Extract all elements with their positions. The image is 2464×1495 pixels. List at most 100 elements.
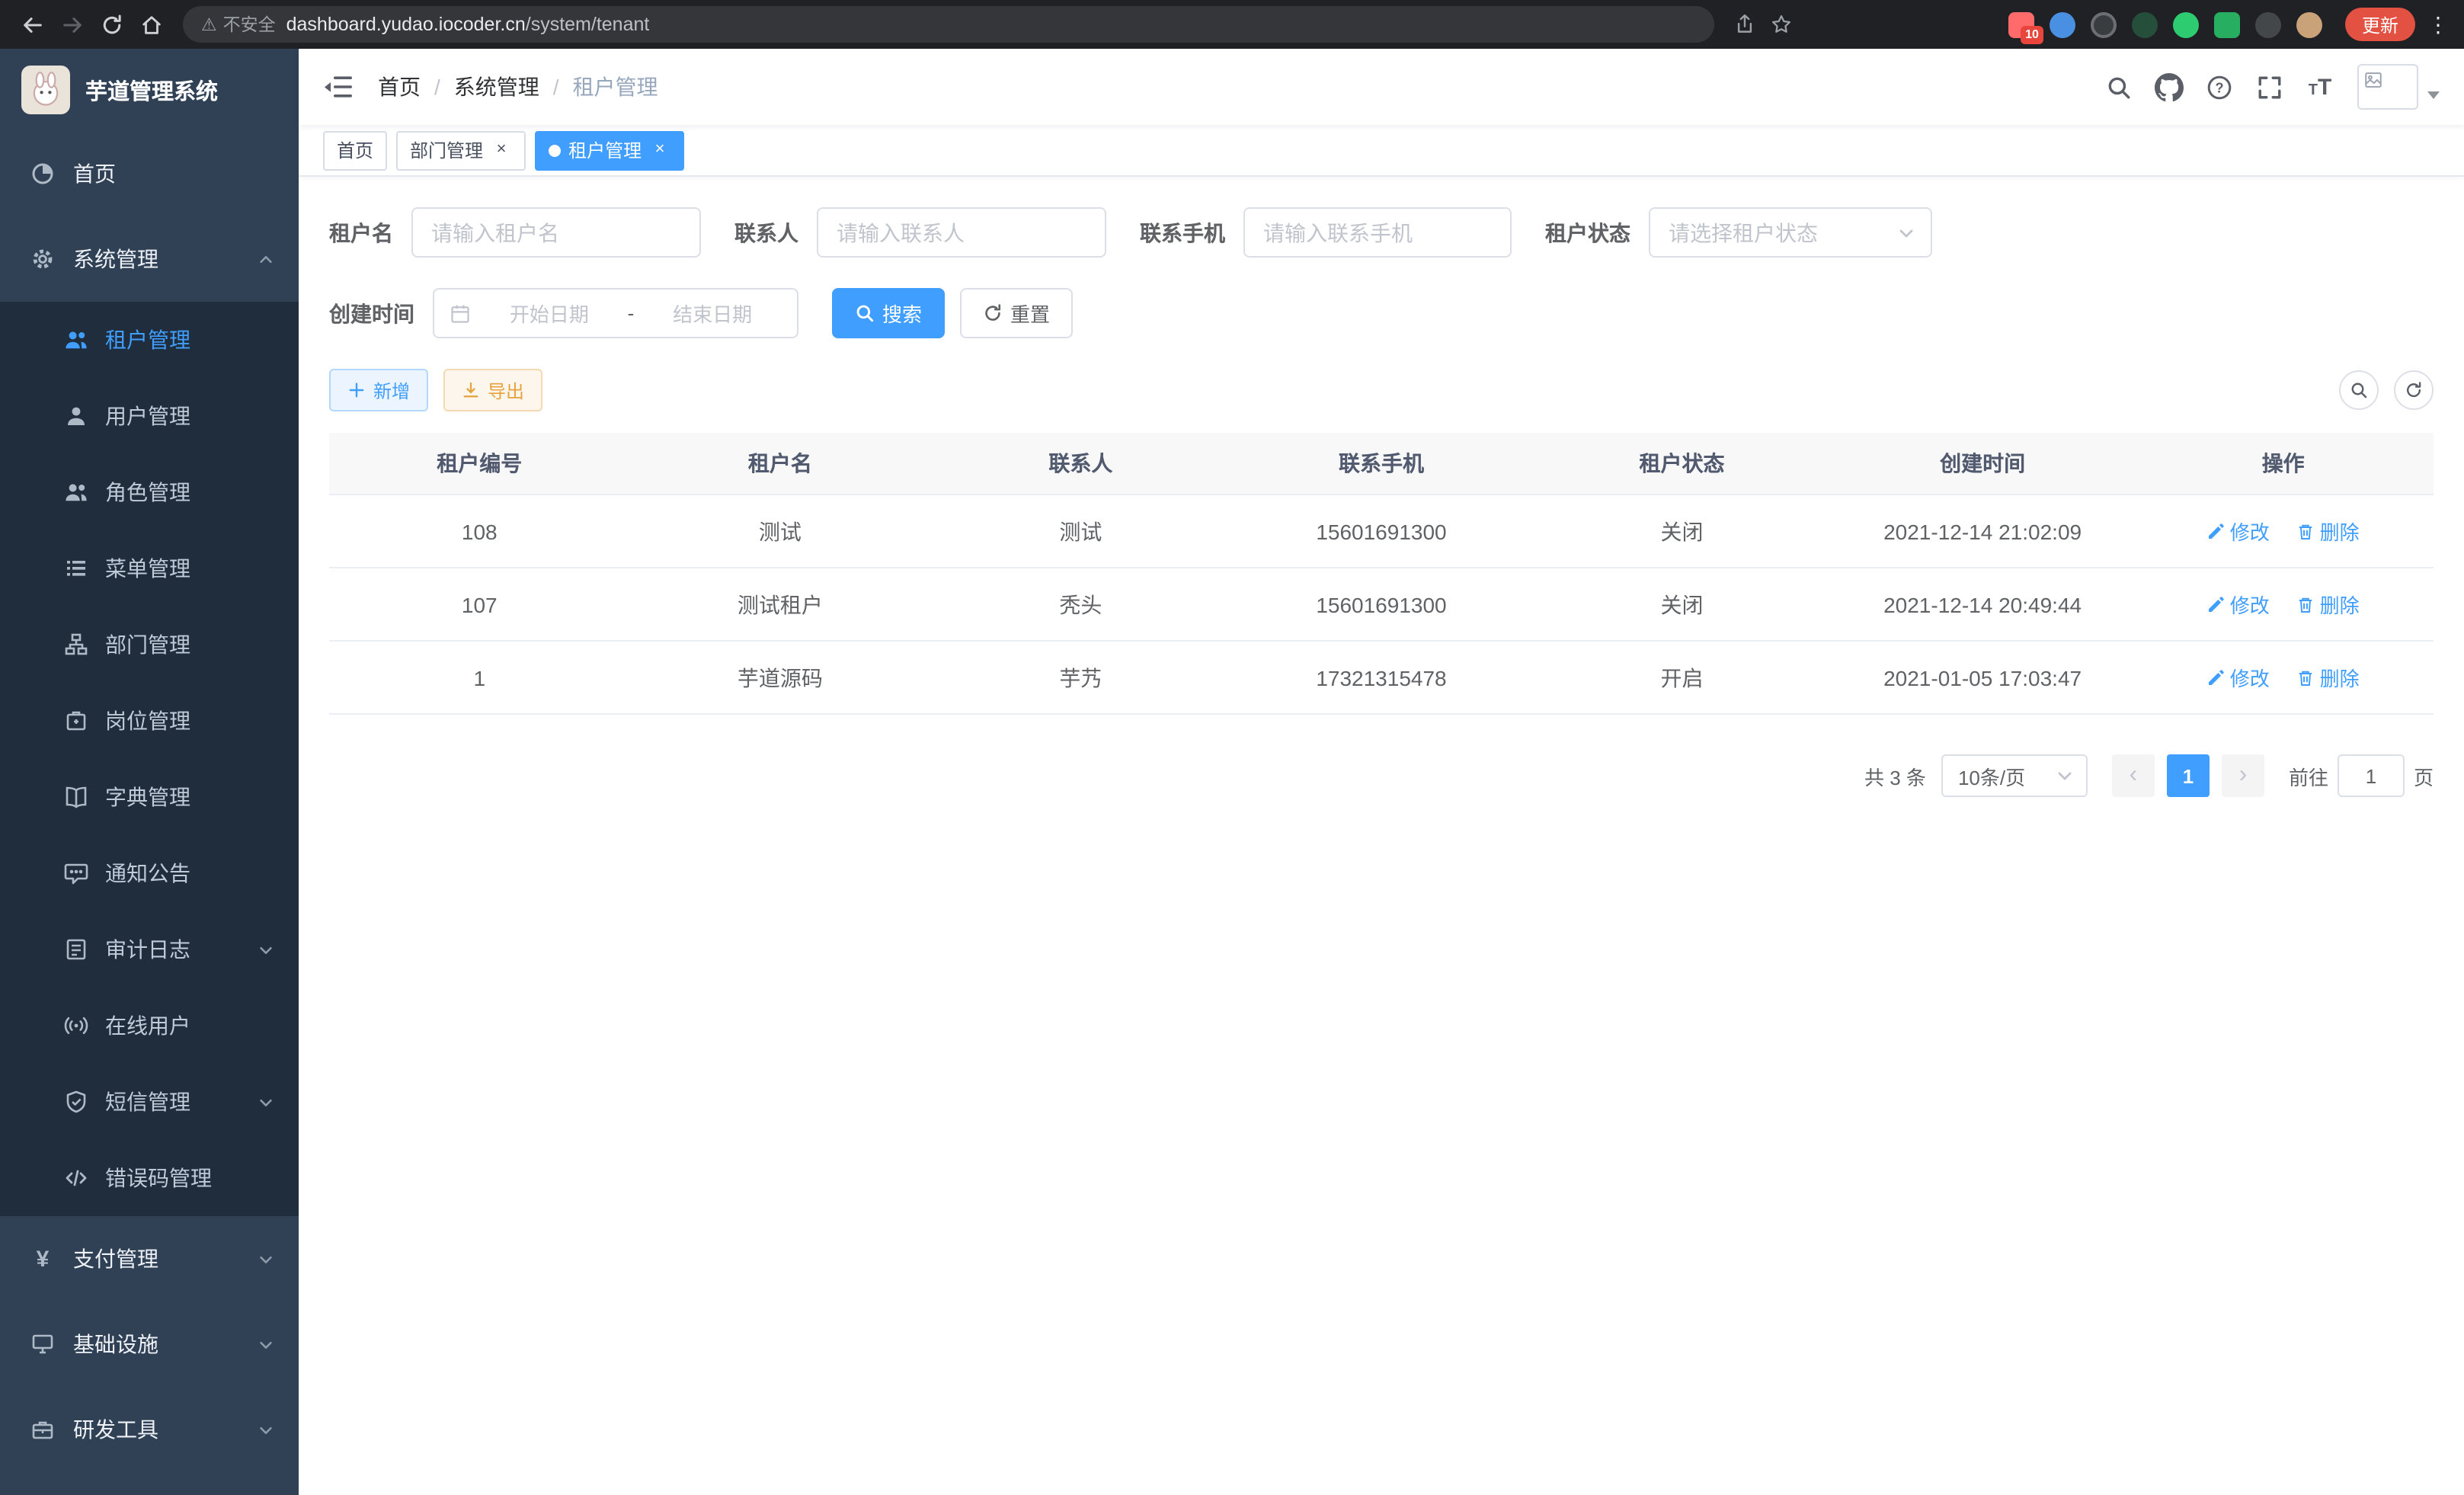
sidebar-item-payment[interactable]: ¥ 支付管理 — [0, 1216, 299, 1301]
extension-icon-6[interactable] — [2214, 11, 2240, 37]
sidebar-item-devtools[interactable]: 研发工具 — [0, 1387, 299, 1472]
cell-contact: 秃头 — [930, 568, 1231, 641]
browser-update-button[interactable]: 更新 — [2345, 8, 2415, 41]
browser-forward-button[interactable] — [52, 5, 91, 44]
tenant-name-input[interactable] — [411, 207, 701, 258]
refresh-button[interactable] — [2394, 370, 2434, 410]
fullscreen-icon[interactable] — [2245, 62, 2295, 112]
font-size-icon[interactable]: TT — [2295, 62, 2345, 112]
jump-page-input[interactable] — [2338, 754, 2405, 797]
sidebar-item-infra[interactable]: 基础设施 — [0, 1301, 299, 1387]
sidebar-item-tenant[interactable]: 租户管理 — [0, 302, 299, 378]
close-icon[interactable]: × — [649, 139, 670, 161]
toolbar-right — [2339, 370, 2434, 410]
signal-icon — [64, 1013, 88, 1038]
sidebar-item-label: 研发工具 — [73, 1414, 158, 1445]
url-path: /system/tenant — [526, 14, 650, 35]
reset-button[interactable]: 重置 — [960, 288, 1073, 338]
sidebar-item-system[interactable]: 系统管理 — [0, 216, 299, 302]
sidebar-item-sms[interactable]: 短信管理 — [0, 1064, 299, 1140]
tag-dept[interactable]: 部门管理 × — [396, 130, 526, 170]
cell-contact: 芋艿 — [930, 641, 1231, 714]
breadcrumb-home[interactable]: 首页 — [378, 72, 421, 102]
close-icon[interactable]: × — [491, 139, 512, 161]
delete-link[interactable]: 删除 — [2297, 517, 2360, 546]
sidebar-item-notice[interactable]: 通知公告 — [0, 835, 299, 911]
browser-home-button[interactable] — [131, 5, 171, 44]
field-label: 联系人 — [734, 217, 798, 248]
logo-image — [21, 66, 70, 114]
sidebar-item-error-code[interactable]: 错误码管理 — [0, 1140, 299, 1216]
breadcrumb-system[interactable]: 系统管理 — [454, 72, 539, 102]
search-button[interactable]: 搜索 — [832, 288, 945, 338]
profile-avatar-icon[interactable] — [2296, 11, 2322, 37]
extension-icon-4[interactable] — [2132, 11, 2158, 37]
add-button[interactable]: 新增 — [329, 369, 428, 411]
phone-input[interactable] — [1243, 207, 1512, 258]
tag-tenant-active[interactable]: 租户管理 × — [535, 130, 684, 170]
browser-back-button[interactable] — [12, 5, 52, 44]
site-security-warning[interactable]: ⚠ 不安全 — [201, 12, 276, 37]
page-number-1[interactable]: 1 — [2167, 754, 2210, 797]
browser-toolbar: ⚠ 不安全 dashboard.yudao.iocoder.cn/system/… — [0, 0, 2464, 49]
browser-menu-icon[interactable]: ⋮ — [2424, 11, 2452, 37]
user-avatar-dropdown[interactable] — [2357, 64, 2440, 110]
extension-icon-1[interactable]: 10 — [2008, 11, 2034, 37]
edit-link[interactable]: 修改 — [2207, 590, 2270, 619]
help-icon[interactable]: ? — [2194, 62, 2245, 112]
status-select[interactable]: 请选择租户状态 — [1649, 207, 1932, 258]
extension-icon-3[interactable] — [2091, 11, 2117, 37]
page-size-select[interactable]: 10条/页 — [1941, 754, 2088, 797]
avatar — [2357, 64, 2418, 110]
sidebar-item-audit-log[interactable]: 审计日志 — [0, 911, 299, 988]
field-label: 联系手机 — [1140, 217, 1225, 248]
sidebar-item-role[interactable]: 角色管理 — [0, 454, 299, 530]
sidebar-item-dept[interactable]: 部门管理 — [0, 607, 299, 683]
cell-phone: 17321315478 — [1231, 641, 1532, 714]
sidebar-item-label: 错误码管理 — [105, 1163, 212, 1193]
prev-page-button[interactable]: ‹ — [2112, 754, 2155, 797]
sidebar-item-label: 首页 — [73, 158, 116, 189]
extension-icon-7[interactable] — [2255, 11, 2281, 37]
extension-icon-5[interactable] — [2173, 11, 2199, 37]
contact-input[interactable] — [817, 207, 1106, 258]
scale-wrapper: ⚠ 不安全 dashboard.yudao.iocoder.cn/system/… — [0, 0, 2464, 1495]
github-icon[interactable] — [2144, 62, 2194, 112]
column-header-status: 租户状态 — [1531, 433, 1832, 495]
column-header-id: 租户编号 — [329, 433, 630, 495]
search-icon[interactable] — [2094, 62, 2144, 112]
sidebar-item-dict[interactable]: 字典管理 — [0, 759, 299, 835]
sidebar-toggle-icon[interactable] — [323, 72, 354, 102]
toggle-search-button[interactable] — [2339, 370, 2379, 410]
sidebar-item-label: 短信管理 — [105, 1087, 190, 1117]
breadcrumb-separator: / — [553, 75, 559, 99]
delete-link[interactable]: 删除 — [2297, 663, 2360, 692]
browser-reload-button[interactable] — [91, 5, 131, 44]
sidebar-item-post[interactable]: 岗位管理 — [0, 683, 299, 759]
sidebar-item-user[interactable]: 用户管理 — [0, 378, 299, 454]
app-title: 芋道管理系统 — [85, 74, 218, 106]
header-tools: ? TT — [2094, 62, 2440, 112]
chevron-down-icon — [258, 1250, 274, 1267]
edit-link[interactable]: 修改 — [2207, 663, 2270, 692]
dashboard-icon — [30, 162, 55, 186]
sidebar-item-home[interactable]: 首页 — [0, 131, 299, 216]
sidebar-item-online-users[interactable]: 在线用户 — [0, 988, 299, 1064]
delete-link[interactable]: 删除 — [2297, 590, 2360, 619]
export-button[interactable]: 导出 — [443, 369, 542, 411]
edit-link[interactable]: 修改 — [2207, 517, 2270, 546]
chat-bubble-icon — [64, 861, 88, 885]
date-range-picker[interactable]: 开始日期 - 结束日期 — [433, 288, 798, 338]
sidebar-item-menu[interactable]: 菜单管理 — [0, 530, 299, 607]
tag-home[interactable]: 首页 — [323, 130, 387, 170]
code-icon — [64, 1166, 88, 1190]
share-icon[interactable] — [1726, 6, 1763, 43]
app-logo[interactable]: 芋道管理系统 — [0, 49, 299, 131]
sidebar-item-label: 审计日志 — [105, 934, 190, 965]
next-page-button[interactable]: › — [2222, 754, 2264, 797]
toolbox-icon — [30, 1417, 55, 1442]
column-header-actions: 操作 — [2133, 433, 2434, 495]
extension-icon-2[interactable] — [2050, 11, 2075, 37]
bookmark-star-icon[interactable] — [1763, 6, 1800, 43]
address-bar[interactable]: ⚠ 不安全 dashboard.yudao.iocoder.cn/system/… — [183, 6, 1714, 43]
